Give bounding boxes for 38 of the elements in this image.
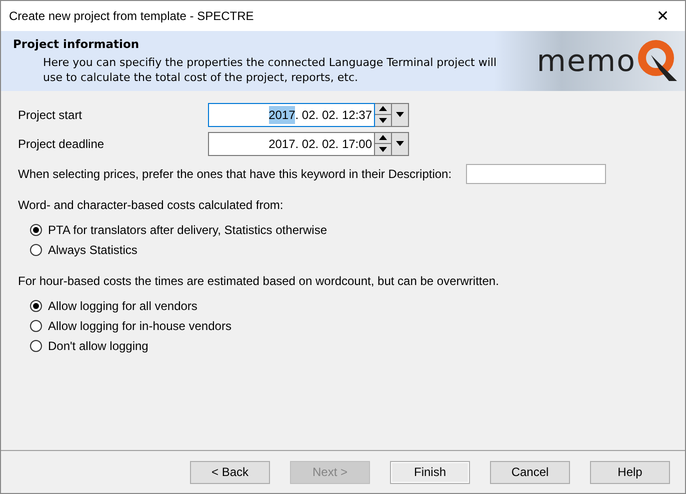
window-title: Create new project from template - SPECTRE xyxy=(9,8,255,25)
radio-button[interactable] xyxy=(30,224,42,236)
dialog-button[interactable]: Finish xyxy=(390,460,470,484)
radio-button[interactable] xyxy=(30,340,42,352)
radio-button[interactable] xyxy=(30,244,42,256)
keyword-input[interactable] xyxy=(466,164,606,184)
spin-down-button[interactable] xyxy=(375,114,391,126)
dropdown-button[interactable] xyxy=(392,132,409,156)
group-label: Word- and character-based costs calculated from: xyxy=(18,197,284,214)
field-label: Project deadline xyxy=(18,136,106,152)
date-field[interactable]: 2017. 02. 02. 17:00 xyxy=(208,132,375,156)
spin-down-button[interactable] xyxy=(375,143,391,154)
option-label[interactable]: Always Statistics xyxy=(48,241,138,259)
close-button[interactable]: ✕ xyxy=(641,1,685,31)
header-description: Here you can specifiy the properties the connected Language Terminal project will use to calculate the total cost of the project, reports, etc. xyxy=(42,55,498,86)
radio-button[interactable] xyxy=(30,320,42,332)
group-label: For hour-based costs the times are estimated based on wordcount, but can be overwritten. xyxy=(18,273,500,290)
radio-button[interactable] xyxy=(30,300,42,312)
header-title: Project information xyxy=(12,36,140,53)
caret-icon xyxy=(396,141,404,146)
option-label[interactable]: Allow logging for in-house vendors xyxy=(48,317,232,335)
up-arrow-icon xyxy=(379,135,387,140)
caret-icon xyxy=(396,112,404,117)
dialog-button[interactable]: Cancel xyxy=(490,460,570,484)
dropdown-button[interactable] xyxy=(392,102,409,126)
option-label[interactable]: PTA for translators after delivery, Statistics otherwise xyxy=(48,221,327,239)
option-label[interactable]: Allow logging for all vendors xyxy=(48,297,198,315)
date-field[interactable]: 2017. 02. 02. 12:37 xyxy=(208,102,375,126)
logo-mark-icon xyxy=(637,39,679,83)
field-label: When selecting prices, prefer the ones that have this keyword in their Description: xyxy=(18,166,452,183)
dialog-button[interactable]: Help xyxy=(590,460,670,484)
logo-text: memo xyxy=(536,42,636,80)
down-arrow-icon xyxy=(379,118,387,123)
field-label: Project start xyxy=(18,106,84,124)
up-arrow-icon xyxy=(379,106,387,112)
option-label[interactable]: Don't allow logging xyxy=(48,337,148,355)
down-arrow-icon xyxy=(379,146,387,152)
dialog-button[interactable]: < Back xyxy=(190,460,270,484)
